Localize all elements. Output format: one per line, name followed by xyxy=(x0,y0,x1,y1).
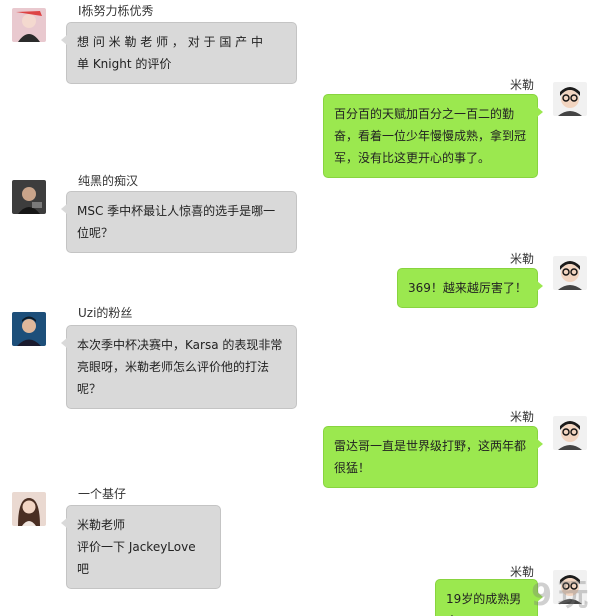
user-avatar-dark-icon[interactable] xyxy=(12,180,46,214)
message-bubble: 369！越来越厉害了！ xyxy=(397,268,543,308)
message-bubble: MSC 季中杯最让人惊喜的选手是哪一 位呢？ xyxy=(61,191,297,253)
message-bubble: 雷达哥一直是世界级打野，这两年都 很猛！ xyxy=(323,426,543,488)
message-bubble: 百分百的天赋加百分之一百二的勤 奋，看着一位少年慢慢成熟，拿到冠 军，没有比这更… xyxy=(323,94,543,178)
sender-name: Uzi的粉丝 xyxy=(78,306,133,320)
watermark-logo: 9玩 xyxy=(531,578,594,613)
sender-name: 米勒 xyxy=(509,252,534,266)
user-avatar-blue-icon[interactable] xyxy=(12,312,46,346)
sender-name: 纯黑的痴汉 xyxy=(78,174,139,188)
message-bubble: 本次季中杯决赛中，Karsa 的表现非常 亮眼呀，米勒老师怎么评价他的打法 呢？ xyxy=(61,325,297,409)
sender-name: 米勒 xyxy=(509,78,534,92)
sender-name: 米勒 xyxy=(509,410,534,424)
user-avatar-glasses-icon[interactable] xyxy=(553,82,587,116)
chat-transcript: I栎努力栎优秀 想 问 米 勒 老 师 ， 对 于 国 产 中 单 Knight… xyxy=(0,0,600,616)
message-bubble: 想 问 米 勒 老 师 ， 对 于 国 产 中 单 Knight 的评价 xyxy=(61,22,297,84)
message-bubble: 米勒老师 评价一下 JackeyLove 吧 xyxy=(61,505,221,589)
sender-name: 一个基仔 xyxy=(78,487,127,501)
user-avatar-glasses-icon[interactable] xyxy=(553,256,587,290)
user-avatar-glasses-icon[interactable] xyxy=(553,416,587,450)
message-bubble: 19岁的成熟男人 xyxy=(435,579,543,616)
sender-name: I栎努力栎优秀 xyxy=(78,4,154,18)
user-avatar-girl-icon[interactable] xyxy=(12,492,46,526)
user-avatar-pink-icon[interactable] xyxy=(12,8,46,42)
